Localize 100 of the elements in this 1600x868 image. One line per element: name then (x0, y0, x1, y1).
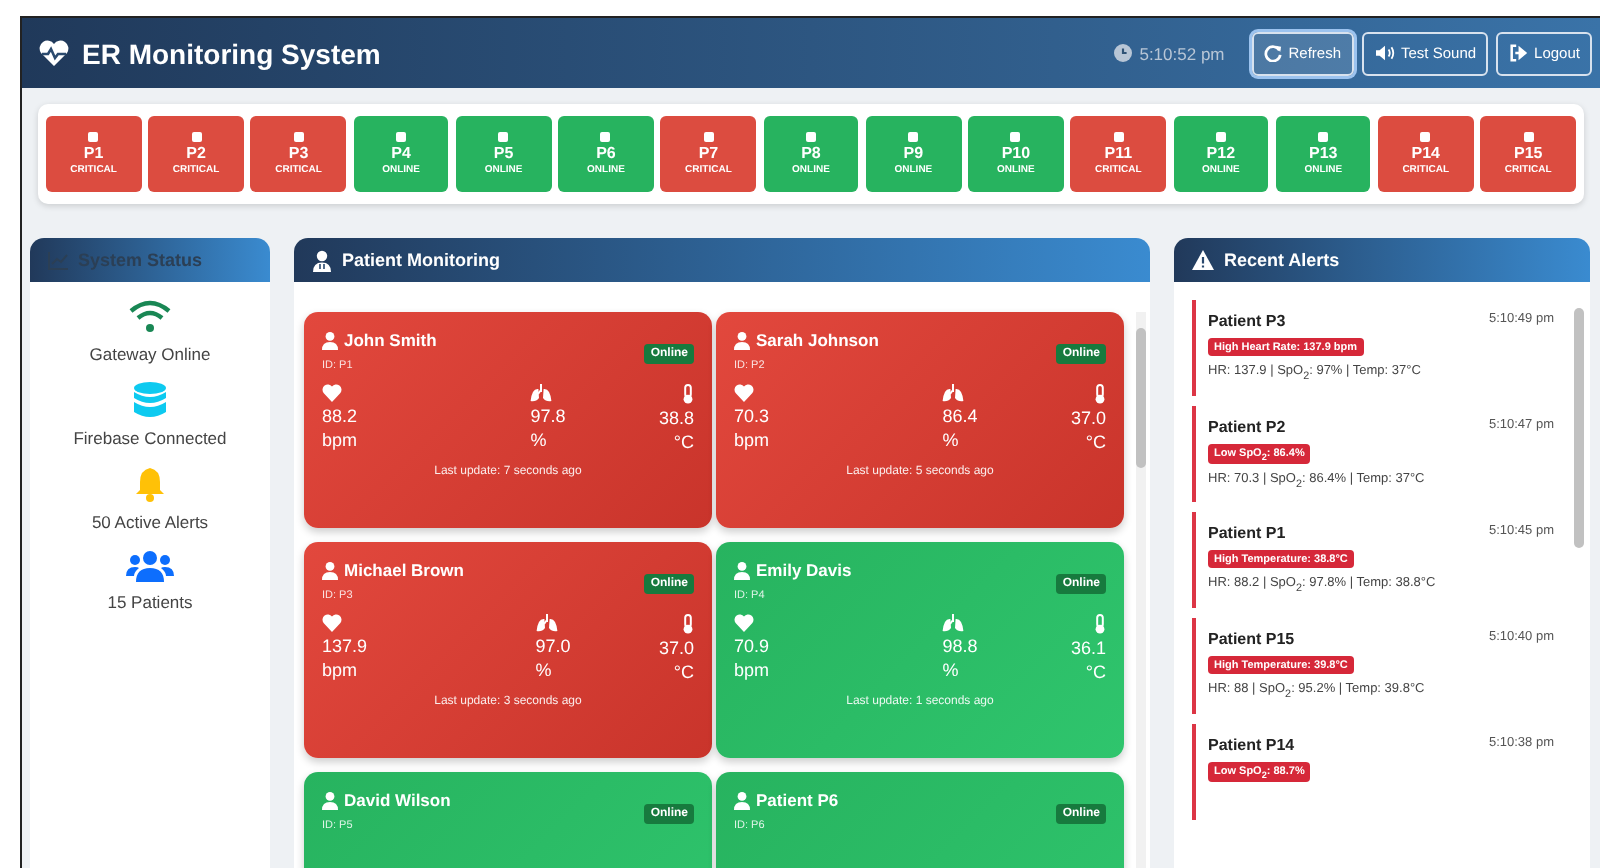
refresh-icon (1264, 44, 1283, 62)
square-icon (1523, 132, 1534, 142)
square-icon (908, 132, 919, 142)
user-icon (734, 791, 750, 809)
square-icon (191, 132, 202, 142)
square-icon (1010, 132, 1021, 142)
heart-icon (734, 614, 754, 632)
lungs-icon (942, 384, 965, 402)
square-icon (1215, 132, 1226, 142)
status-label: 50 Active Alerts (91, 512, 209, 532)
speaker-icon (1373, 44, 1396, 62)
tile-id: P5 (493, 144, 514, 162)
alert-patient: Patient P1 (1208, 524, 1286, 542)
patient-name: John Smith (344, 330, 437, 350)
vital-value: 70.3 (734, 406, 770, 426)
status-label: Firebase Connected (73, 428, 227, 448)
patient-name: Michael Brown (344, 560, 464, 580)
lungs-icon (942, 614, 965, 632)
patient-name: Patient P6 (756, 790, 839, 810)
vital-unit: °C (1085, 662, 1106, 682)
thermometer-icon (1094, 384, 1106, 404)
vital-unit: % (530, 430, 549, 450)
warning-icon (1192, 250, 1214, 270)
chart-icon (48, 251, 68, 269)
vital-value: 98.8 (942, 636, 978, 656)
tile-id: P2 (186, 144, 206, 162)
vital-value: 37.0 (658, 638, 694, 658)
heart-pulse-icon (38, 37, 70, 69)
scrollbar[interactable] (1136, 312, 1146, 868)
square-icon (1420, 132, 1431, 142)
tile-id: P1 (83, 144, 104, 162)
panel-title: Recent Alerts (1224, 250, 1340, 270)
patient-name: David Wilson (344, 790, 451, 810)
tile-id: P7 (698, 144, 719, 162)
logout-icon (1508, 44, 1529, 62)
vital-unit: bpm (322, 430, 358, 450)
patient-name: Sarah Johnson (756, 330, 879, 350)
vital-unit: % (942, 660, 961, 680)
tile-id: P3 (288, 144, 309, 162)
square-icon (703, 132, 714, 142)
user-icon (322, 791, 338, 809)
user-icon (734, 561, 750, 579)
square-icon (498, 132, 509, 142)
vital-value: 70.9 (734, 636, 770, 656)
heart-icon (734, 384, 754, 402)
tile-id: P11 (1104, 144, 1133, 162)
vital-value: 97.0 (535, 636, 571, 656)
square-icon (396, 132, 407, 142)
doctor-icon (312, 249, 332, 271)
lungs-icon (530, 384, 553, 402)
lungs-icon (535, 614, 558, 632)
thermometer-icon (682, 614, 694, 634)
panel-title: System Status (78, 250, 203, 270)
alert-patient: Patient P3 (1208, 312, 1286, 330)
alert-patient: Patient P15 (1208, 630, 1295, 648)
square-icon (600, 132, 611, 142)
square-icon (88, 132, 99, 142)
alert-patient: Patient P14 (1208, 736, 1295, 754)
user-icon (322, 561, 338, 579)
vital-value: 86.4 (942, 406, 978, 426)
clock-time: 5:10:52 pm (1139, 43, 1225, 63)
vital-unit: % (942, 430, 961, 450)
tile-id: P4 (391, 144, 411, 162)
heart-icon (322, 614, 342, 632)
vital-unit: bpm (734, 660, 770, 680)
app-title: ER Monitoring System (82, 37, 381, 69)
tile-id: P15 (1513, 144, 1543, 162)
user-icon (322, 331, 338, 349)
vital-unit: bpm (322, 660, 360, 680)
tile-id: P6 (596, 144, 616, 162)
vital-unit: bpm (734, 430, 770, 450)
alert-patient: Patient P2 (1208, 418, 1286, 436)
status-label: 15 Patients (107, 592, 193, 612)
vital-value: 37.0 (1070, 408, 1106, 428)
vital-unit: °C (673, 432, 694, 452)
vital-value: 97.8 (530, 406, 566, 426)
square-icon (1113, 132, 1124, 142)
thermometer-icon (682, 384, 694, 404)
tile-id: P12 (1206, 144, 1236, 162)
vital-value: 36.1 (1070, 638, 1106, 658)
status-label: Gateway Online (89, 344, 211, 364)
tile-id: P10 (1001, 144, 1031, 162)
patient-name: Emily Davis (756, 560, 852, 580)
panel-title: Patient Monitoring (342, 250, 500, 270)
tile-id: P14 (1411, 144, 1440, 162)
heart-icon (322, 384, 342, 402)
tile-id: P8 (801, 144, 821, 162)
square-icon (1318, 132, 1329, 142)
square-icon (805, 132, 816, 142)
vital-unit: % (535, 660, 554, 680)
square-icon (293, 132, 304, 142)
vital-unit: °C (1085, 432, 1106, 452)
tile-id: P13 (1309, 144, 1338, 162)
user-icon (734, 331, 750, 349)
vital-value: 88.2 (322, 406, 358, 426)
clock-icon (1113, 44, 1132, 62)
vital-value: 38.8 (658, 408, 694, 428)
vital-value: 137.9 (322, 636, 368, 656)
thermometer-icon (1094, 614, 1106, 634)
vital-unit: °C (673, 662, 694, 682)
